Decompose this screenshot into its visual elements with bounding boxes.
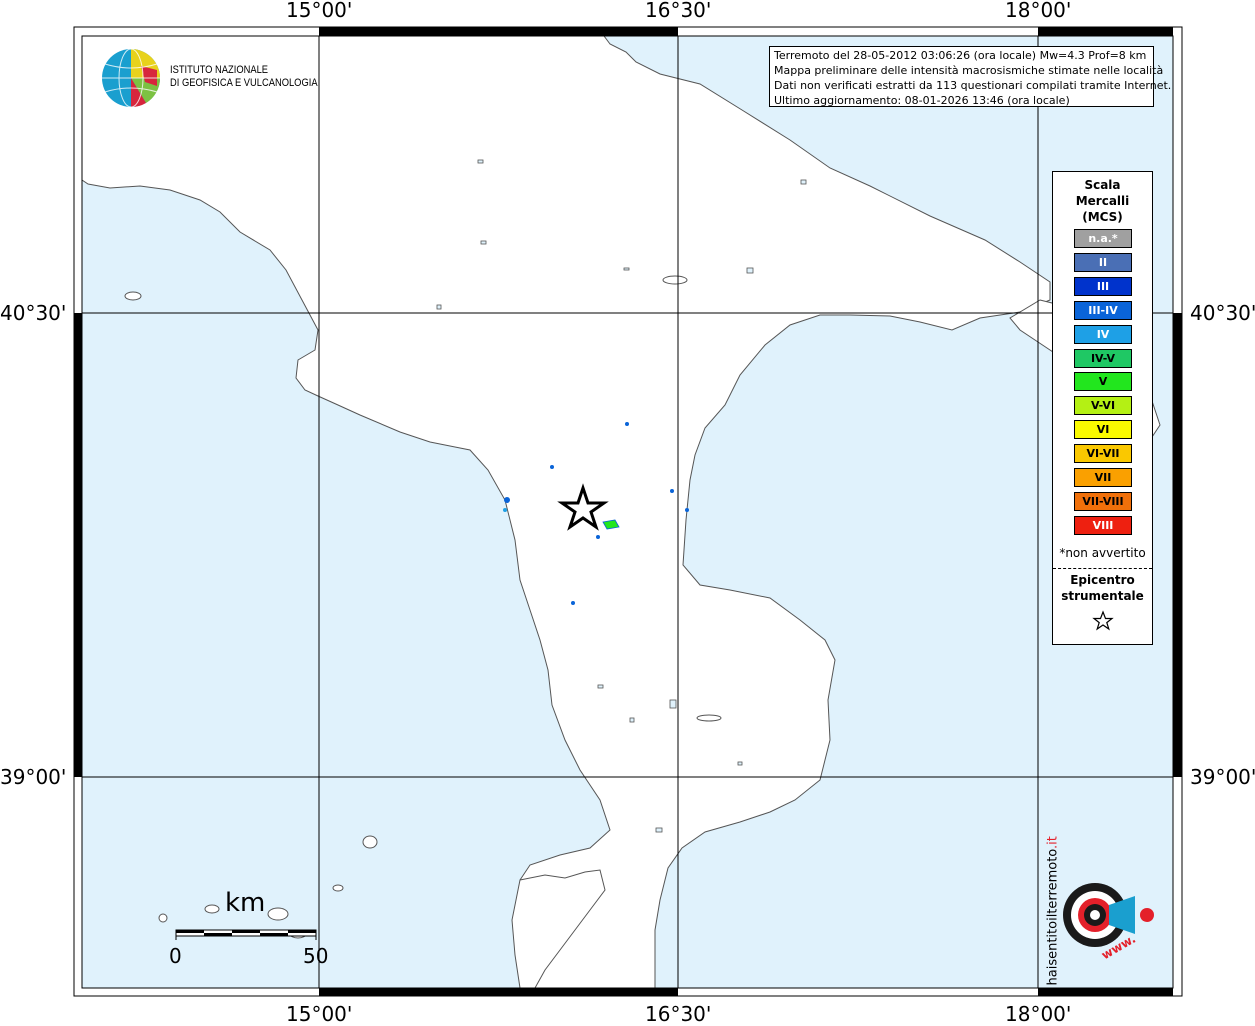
legend-swatch: VII [1074,468,1132,487]
legend-swatch: n.a.* [1074,229,1132,248]
ingv-name-line1: ISTITUTO NAZIONALE [170,64,269,76]
legend-swatch: VIII [1074,515,1132,535]
right-lat-label: 40°30' [1190,301,1255,325]
legend-note: *non avvertito [1059,546,1146,560]
hst-logo-text: haisentitoilterremoto.it [1040,836,1062,985]
intensity-point-iii-iv[interactable] [504,497,510,503]
legend-swatch: VI [1074,420,1132,440]
hst-main-text: haisentitoilterremoto.it [1046,836,1061,985]
left-lat-label: 40°30' [0,301,67,325]
legend-title-line: Scala [1084,178,1121,192]
top-lon-label: 18°00' [1005,0,1072,22]
top-lon-label: 15°00' [286,0,353,22]
ingv-globe-icon [102,48,161,108]
legend-swatch: VI-VII [1074,444,1132,464]
island [662,275,688,285]
mcs-legend: Scala Mercalli (MCS) n.a.* II III III-IV IV I… [1052,171,1153,645]
legend-swatch: V [1074,372,1132,392]
island [332,884,344,892]
legend-swatch: V-VI [1074,396,1132,416]
intensity-point-iii-iv[interactable] [685,508,689,512]
legend-epicenter: Epicentro strumentale [1053,572,1152,636]
bottom-lon-label: 15°00' [286,1002,353,1026]
legend-swatch: III [1074,276,1132,296]
hst-name: haisentitoilterremoto [1045,848,1061,986]
event-info-line: Terremoto del 28-05-2012 03:06:26 (ora l… [774,49,1147,62]
island [124,291,142,301]
bottom-lon-label: 18°00' [1005,1002,1072,1026]
legend-epicenter-line: strumentale [1061,589,1144,603]
scale-unit-label: km [225,888,266,918]
legend-title-line: (MCS) [1082,210,1123,224]
bottom-lon-label: 16°30' [645,1002,712,1026]
intensity-point-iii-iv[interactable] [596,535,600,539]
hst-tld: .it [1045,836,1061,849]
legend-swatch: VII-VIII [1074,491,1132,511]
scale-end-label: 50 [303,944,329,968]
island [362,835,378,849]
intensity-point-iii-iv[interactable] [670,489,674,493]
legend-swatch: IV [1074,324,1132,344]
left-lat-label: 39°00' [0,765,67,789]
top-lon-label: 16°30' [645,0,712,22]
intensity-point-iii-iv[interactable] [625,422,629,426]
legend-swatch: II [1074,252,1132,272]
right-lat-label: 39°00' [1190,765,1255,789]
event-info-line: Mappa preliminare delle intensità macros… [774,64,1164,77]
legend-title-line: Mercalli [1075,194,1130,208]
legend-swatch: IV-V [1074,348,1132,368]
event-info-box: Terremoto del 28-05-2012 03:06:26 (ora l… [769,46,1172,107]
legend-epicenter-line: Epicentro [1070,573,1135,587]
scale-start-label: 0 [169,944,182,968]
intensity-point-iv[interactable] [503,508,507,512]
intensity-point-iii-iv[interactable] [571,601,575,605]
event-info-line: Ultimo aggiornamento: 08-01-2026 13:46 (… [774,94,1070,107]
ingv-logo-text: ISTITUTO NAZIONALE DI GEOFISICA E VULCAN… [170,64,318,90]
ingv-name-line2: DI GEOFISICA E VULCANOLOGIA [170,77,318,89]
island [267,907,289,921]
legend-swatch: III-IV [1074,300,1132,320]
event-info-line: Dati non verificati estratti da 113 ques… [774,79,1172,92]
intensity-point-iii-iv[interactable] [550,465,554,469]
star-icon [1091,610,1114,631]
island [204,904,220,914]
island [696,714,722,722]
legend-divider [1053,568,1152,569]
legend-title: Scala Mercalli (MCS) [1053,177,1152,225]
island [158,913,168,923]
